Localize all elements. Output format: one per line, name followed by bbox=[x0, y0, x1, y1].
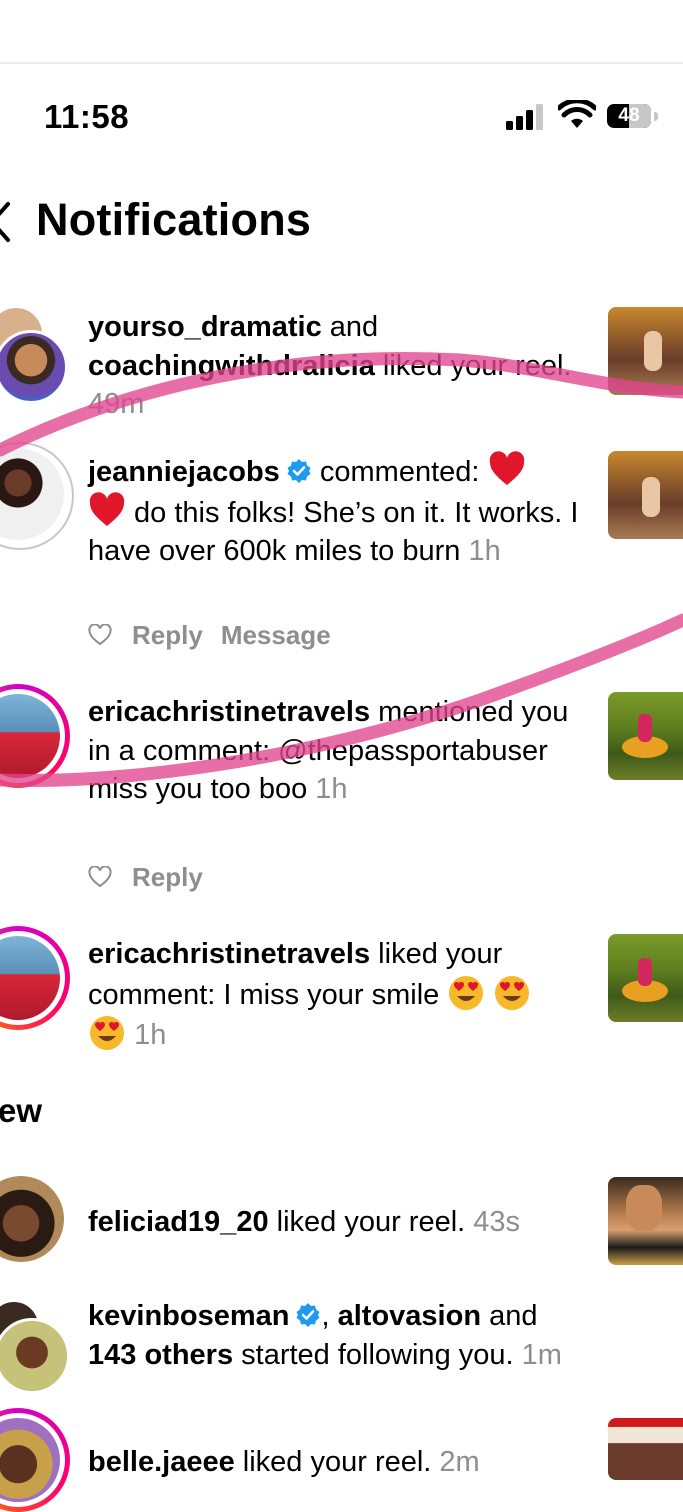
reel-thumbnail[interactable] bbox=[608, 1418, 683, 1480]
battery-level: 48 bbox=[618, 105, 640, 126]
comment-actions: Reply Message bbox=[88, 620, 349, 651]
avatar[interactable] bbox=[0, 330, 68, 404]
timestamp: 1h bbox=[468, 535, 501, 567]
username-link[interactable]: belle.jaeee bbox=[88, 1446, 235, 1478]
username-link[interactable]: ericachristinetravels bbox=[88, 696, 370, 728]
message-button[interactable]: Message bbox=[221, 620, 331, 650]
username-link[interactable]: jeanniejacobs bbox=[88, 456, 280, 488]
notification-text: yourso_dramatic and coachingwithdralicia… bbox=[88, 311, 572, 420]
reply-button[interactable]: Reply bbox=[132, 620, 203, 650]
notification-text: feliciad19_20 liked your reel. 43s bbox=[88, 1206, 521, 1238]
username-link[interactable]: kevinboseman bbox=[88, 1300, 289, 1332]
reel-thumbnail[interactable] bbox=[608, 1177, 683, 1265]
reel-thumbnail[interactable] bbox=[608, 692, 683, 780]
heart-eyes-emoji-icon bbox=[449, 975, 484, 1010]
username-link[interactable]: ericachristinetravels bbox=[88, 938, 370, 970]
username-link[interactable]: altovasion bbox=[338, 1300, 481, 1332]
timestamp: 1h bbox=[134, 1019, 167, 1051]
others-link[interactable]: 143 others bbox=[88, 1339, 233, 1371]
notification-text: jeanniejacobs commented: do this folks! … bbox=[88, 451, 588, 571]
reel-thumbnail[interactable] bbox=[608, 934, 683, 1022]
notification-text: kevinboseman, altovasion and 143 others … bbox=[88, 1300, 562, 1371]
avatar[interactable] bbox=[0, 1318, 70, 1394]
username-link[interactable]: yourso_dramatic bbox=[88, 311, 322, 343]
status-time: 11:58 bbox=[44, 98, 130, 135]
timestamp: 1m bbox=[521, 1338, 562, 1371]
heart-eyes-emoji-icon bbox=[90, 1016, 124, 1050]
verified-badge-icon bbox=[296, 1303, 320, 1327]
timestamp: 2m bbox=[439, 1446, 480, 1478]
back-chevron-icon[interactable] bbox=[0, 200, 12, 244]
heart-outline-icon[interactable] bbox=[88, 624, 112, 646]
page-title: Notifications bbox=[36, 194, 312, 245]
reply-button[interactable]: Reply bbox=[132, 862, 203, 892]
wifi-icon bbox=[558, 100, 596, 128]
red-heart-emoji-icon bbox=[489, 451, 524, 485]
top-bar bbox=[0, 0, 683, 64]
heart-eyes-emoji-icon bbox=[495, 975, 530, 1010]
reel-thumbnail[interactable] bbox=[608, 451, 683, 539]
battery-icon: 48 bbox=[607, 104, 661, 130]
cellular-signal-icon bbox=[506, 104, 543, 130]
section-header-new: ew bbox=[0, 1092, 43, 1129]
reel-thumbnail[interactable] bbox=[608, 307, 683, 395]
red-heart-emoji-icon bbox=[89, 491, 125, 526]
notification-text: ericachristinetravels mentioned you in a… bbox=[88, 696, 569, 805]
timestamp: 49m bbox=[88, 388, 145, 420]
avatar[interactable] bbox=[0, 1176, 64, 1262]
timestamp: 43s bbox=[473, 1206, 521, 1238]
notification-text: belle.jaeee liked your reel. 2m bbox=[88, 1446, 480, 1478]
heart-outline-icon[interactable] bbox=[88, 866, 112, 888]
timestamp: 1h bbox=[315, 773, 348, 805]
username-link[interactable]: feliciad19_20 bbox=[88, 1206, 269, 1238]
comment-actions: Reply bbox=[88, 862, 221, 893]
notification-text: ericachristinetravels liked your comment… bbox=[88, 935, 588, 1055]
username-link[interactable]: coachingwithdralicia bbox=[88, 350, 375, 382]
verified-badge-icon bbox=[287, 459, 311, 483]
